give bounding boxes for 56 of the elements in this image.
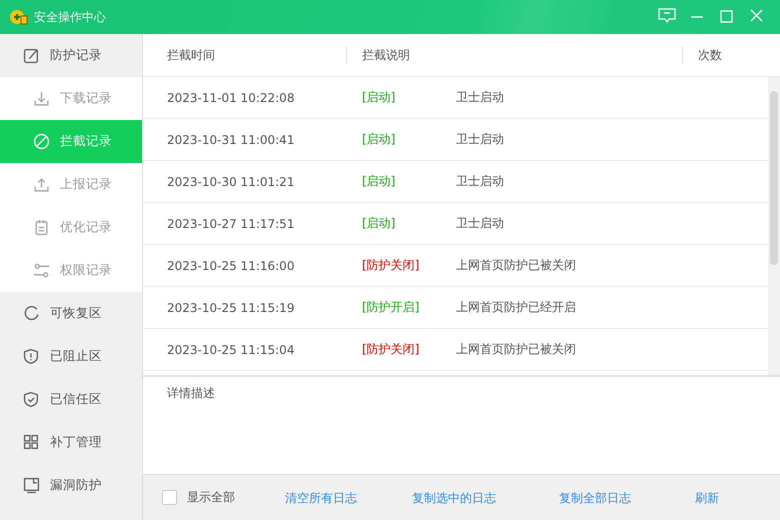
column-header: 拦截时间 [166, 46, 216, 64]
window-title: 安全操作中心 [34, 8, 107, 26]
sidebar-item[interactable]: 漏洞防护 [0, 464, 142, 507]
sidebar-subitem[interactable]: 上报记录 [0, 163, 142, 206]
sidebar-item[interactable]: 可恢复区 [0, 292, 142, 335]
edit-icon [23, 47, 40, 64]
download-icon [33, 90, 50, 107]
time-cell-text: 2023-10-30 11:01:21 [166, 174, 296, 188]
sidebar-item[interactable]: 已阻止区 [0, 335, 142, 378]
description-cell-text: 上网首页防护已经开启 [456, 299, 577, 316]
details-label: 详情描述 [167, 386, 215, 400]
upload-icon [33, 176, 50, 193]
shield-check-icon [23, 391, 40, 408]
footer-link[interactable]: 复制选中的日志 [412, 490, 496, 507]
scrollbar[interactable] [768, 77, 780, 375]
time-cell-text: 2023-10-25 11:15:19 [166, 300, 296, 314]
time-cell-text: 2023-10-31 11:00:41 [166, 132, 296, 146]
app-logo-icon [10, 9, 28, 25]
sidebar-item[interactable]: 防护记录 [0, 34, 142, 77]
clipboard-icon [33, 219, 50, 236]
status-cell-text: [防护关闭] [362, 341, 420, 358]
description-cell-text: 卫士启动 [456, 173, 505, 190]
status-cell-text: [启动] [362, 131, 396, 148]
monitor-icon [23, 477, 40, 494]
sidebar-item[interactable]: 补丁管理 [0, 421, 142, 464]
time-cell-text: 2023-11-01 10:22:08 [166, 90, 296, 104]
status-cell-text: [启动] [362, 173, 396, 190]
time-cell-text: 2023-10-25 11:15:04 [166, 342, 296, 356]
status-cell-text: [启动] [362, 215, 396, 232]
sliders-icon [33, 262, 50, 279]
checkbox[interactable] [162, 490, 177, 505]
description-cell-text: 卫士启动 [456, 215, 505, 232]
status-cell-text: [启动] [362, 89, 396, 106]
sidebar-item[interactable]: 已信任区 [0, 378, 142, 421]
description-cell-text: 卫士启动 [456, 89, 505, 106]
sidebar-subitem[interactable]: 下载记录 [0, 77, 142, 120]
status-cell-text: [防护开启] [362, 299, 420, 316]
description-cell-text: 上网首页防护已被关闭 [456, 341, 577, 358]
footer-link[interactable]: 清空所有日志 [285, 490, 357, 507]
shield-alert-icon [23, 348, 40, 365]
footer-link[interactable]: 复制全部日志 [559, 490, 631, 507]
status-cell-text: [防护关闭] [362, 257, 420, 274]
description-cell-text: 卫士启动 [456, 131, 505, 148]
blocked-icon [33, 133, 50, 150]
footer-link[interactable]: 刷新 [695, 490, 719, 507]
refresh-icon [23, 305, 40, 322]
time-cell-text: 2023-10-27 11:17:51 [166, 216, 296, 230]
time-cell-text: 2023-10-25 11:16:00 [166, 258, 296, 272]
description-cell-text: 上网首页防护已被关闭 [456, 257, 577, 274]
grid-icon [23, 434, 40, 451]
show-all-checkbox[interactable]: 显示全部 [162, 489, 235, 506]
sidebar-subitem[interactable]: 权限记录 [0, 249, 142, 292]
sidebar-subitem[interactable]: 拦截记录 [0, 120, 142, 163]
column-header: 次数 [682, 46, 780, 64]
column-header: 拦截说明 [346, 46, 682, 64]
sidebar-subitem[interactable]: 优化记录 [0, 206, 142, 249]
